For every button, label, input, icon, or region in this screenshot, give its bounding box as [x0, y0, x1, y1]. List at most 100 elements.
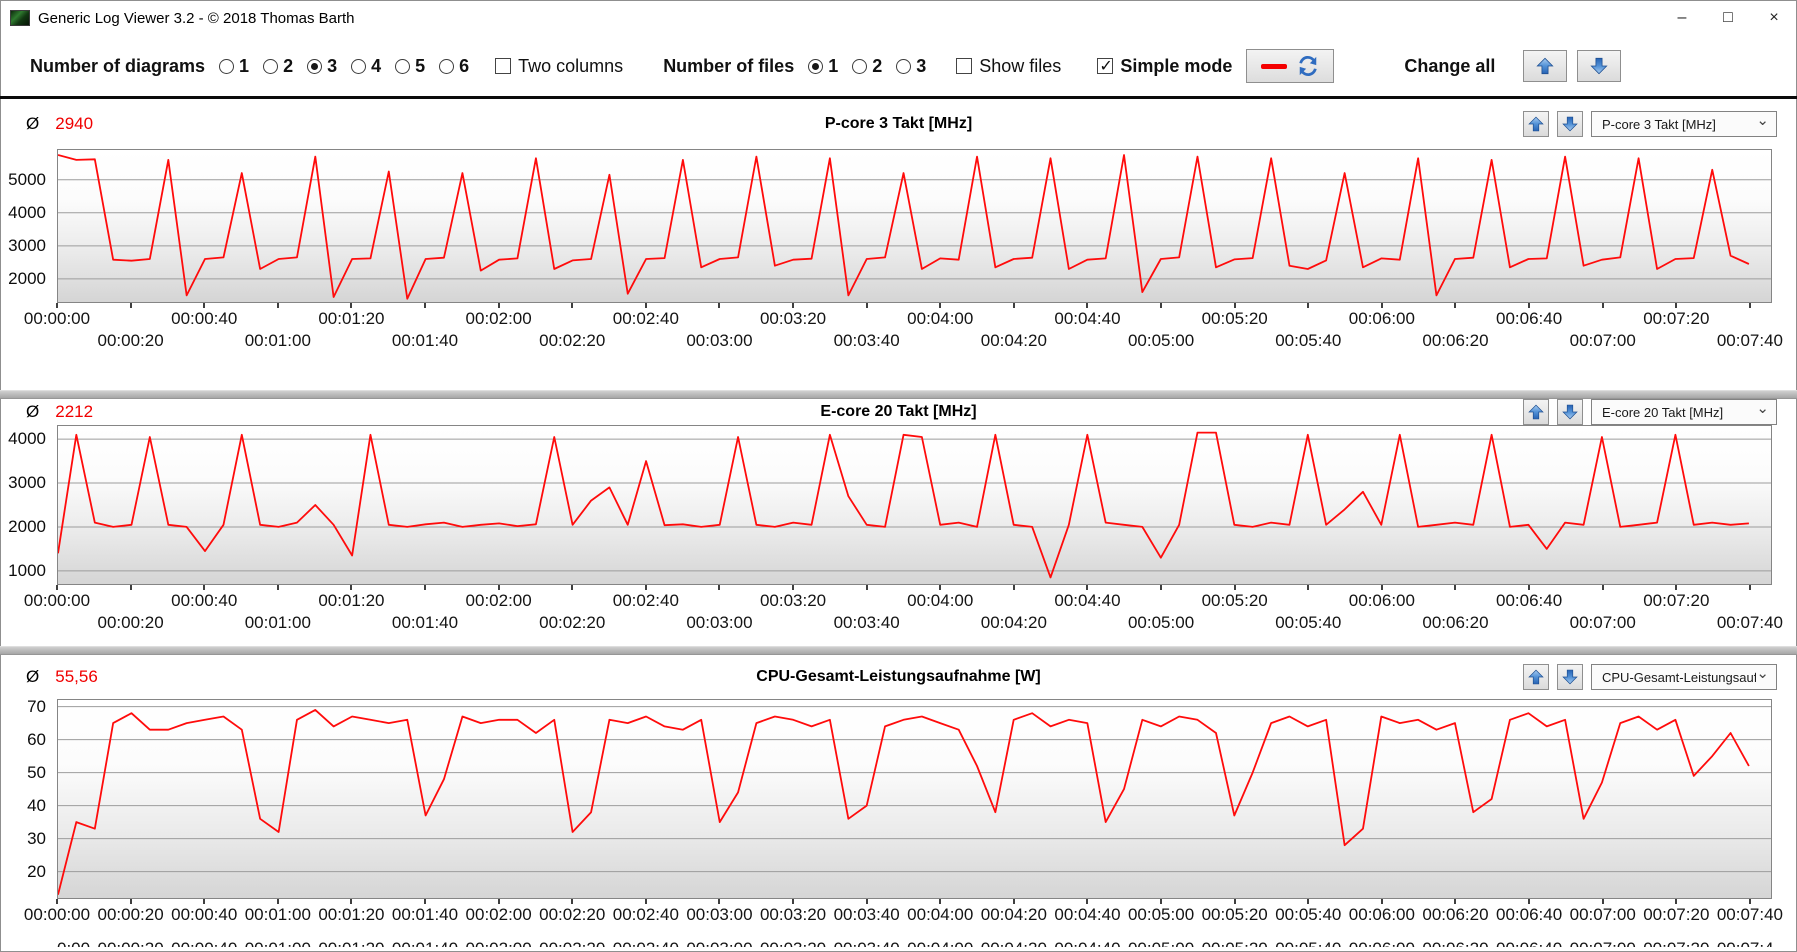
x-tick-mark	[718, 303, 721, 308]
signal-select[interactable]: P-core 3 Takt [MHz] ⌄	[1591, 111, 1777, 137]
x-tick-label: 00:00:20	[97, 905, 164, 924]
down-arrow-icon	[1562, 116, 1578, 132]
x-tick-label: 00:01:00	[244, 331, 311, 350]
x-tick-label: 00:07:20	[1643, 309, 1710, 328]
panel-move-up-button[interactable]	[1523, 664, 1549, 690]
x-tick-label: 00:04:40	[1054, 905, 1121, 924]
x-tick-mark	[350, 303, 353, 308]
average-symbol: Ø	[26, 667, 40, 686]
x-tick-label: 00:01:40	[391, 331, 459, 350]
y-axis-labels: 1000 2000 3000 4000	[0, 425, 52, 583]
x-tick-mark	[718, 899, 721, 904]
x-axis-labels-row2: 00:00:20 00:01:00 00:01:40 00:02:20 00:03:00…	[57, 331, 1784, 353]
radio-label: 6	[459, 55, 470, 76]
x-tick-mark	[1601, 303, 1604, 308]
x-tick-label: 00:00:20	[97, 613, 164, 632]
x-tick-mark	[1160, 303, 1163, 308]
x-tick-label: 00:06:20	[1422, 905, 1489, 924]
toolbar: Number of diagrams 1 2 3 4 5 6 Two columns Nu…	[0, 36, 1797, 96]
radio-icon	[351, 58, 367, 74]
plot-area	[57, 425, 1772, 585]
radio-label: 2	[872, 55, 883, 76]
simple-mode-label: Simple mode	[1120, 55, 1233, 76]
x-tick-mark	[1233, 899, 1236, 904]
file-count-radio-1[interactable]: 1	[808, 56, 838, 77]
close-button[interactable]: ×	[1751, 0, 1797, 36]
average-value: 2940	[55, 114, 94, 133]
show-files-checkbox[interactable]: Show files	[956, 56, 1061, 77]
x-tick-mark	[644, 303, 647, 308]
x-tick-mark	[1012, 585, 1015, 590]
y-tick-label: 40	[27, 795, 46, 815]
x-tick-mark	[1601, 585, 1604, 590]
x-tick-label: 00:03:40	[833, 905, 900, 924]
panel-move-up-button[interactable]	[1523, 399, 1549, 425]
diagram-count-radio-1[interactable]: 1	[219, 56, 249, 77]
x-tick-label: 00:01:20	[318, 591, 385, 610]
two-columns-checkbox[interactable]: Two columns	[495, 56, 623, 77]
panel-controls: CPU-Gesamt-Leistungsaufnahme [W] ⌄	[1523, 664, 1777, 690]
diagram-count-radio-5[interactable]: 5	[395, 56, 425, 77]
radio-label: 5	[415, 55, 426, 76]
x-tick-label: 00:02:40	[612, 905, 679, 924]
x-tick-label: 00:05:20	[1202, 939, 1268, 947]
y-tick-label: 30	[27, 828, 46, 848]
x-tick-mark	[1160, 899, 1163, 904]
x-tick-label: 00:06:00	[1348, 591, 1415, 610]
x-tick-mark	[129, 899, 132, 904]
x-tick-label: 00:07:00	[1569, 905, 1636, 924]
x-tick-mark	[424, 303, 427, 308]
diagram-count-radio-2[interactable]: 2	[263, 56, 293, 77]
y-tick-label: 3000	[8, 473, 46, 493]
series-plot	[58, 700, 1771, 898]
x-tick-mark	[1086, 585, 1089, 590]
x-tick-label: 00:07:40	[1716, 331, 1783, 350]
panel-controls: E-core 20 Takt [MHz] ⌄	[1523, 399, 1777, 425]
panel-move-down-button[interactable]	[1557, 664, 1583, 690]
x-tick-mark	[1380, 899, 1383, 904]
diagram-count-radio-3[interactable]: 3	[307, 56, 337, 77]
x-tick-mark	[1528, 585, 1531, 590]
diagram-count-radio-6[interactable]: 6	[439, 56, 469, 77]
radio-icon	[395, 58, 411, 74]
x-tick-mark	[1233, 303, 1236, 308]
x-tick-mark	[644, 899, 647, 904]
average-value: 55,56	[55, 667, 98, 686]
line-style-button[interactable]	[1246, 49, 1335, 83]
maximize-button[interactable]: □	[1705, 0, 1751, 36]
x-tick-label: 00:02:00	[465, 591, 532, 610]
change-all-up-button[interactable]	[1523, 50, 1568, 82]
minimize-button[interactable]: –	[1659, 0, 1705, 36]
x-tick-label: 00:05:20	[1201, 905, 1268, 924]
y-tick-label: 4000	[8, 202, 46, 222]
panel-move-up-button[interactable]	[1523, 111, 1549, 137]
x-tick-label: 00:05:00	[1128, 939, 1194, 947]
file-count-radio-3[interactable]: 3	[896, 56, 926, 77]
average-value: 2212	[55, 402, 94, 421]
x-tick-mark	[1380, 585, 1383, 590]
file-count-radio-2[interactable]: 2	[852, 56, 882, 77]
radio-icon	[307, 58, 323, 74]
x-tick-mark	[497, 899, 500, 904]
x-tick-label: 00:03:20	[759, 905, 827, 924]
x-tick-mark	[1012, 303, 1015, 308]
up-arrow-icon	[1528, 404, 1544, 420]
series-plot	[58, 150, 1771, 302]
x-tick-label: 00:00:20	[97, 331, 164, 350]
chevron-down-icon: ⌄	[1756, 112, 1769, 129]
panel-move-down-button[interactable]	[1557, 399, 1583, 425]
x-tick-label: 00:02:40	[612, 309, 679, 328]
radio-label: 1	[828, 55, 839, 76]
signal-select[interactable]: E-core 20 Takt [MHz] ⌄	[1591, 399, 1777, 425]
x-tick-mark	[203, 303, 206, 308]
radio-label: 1	[239, 55, 250, 76]
signal-select[interactable]: CPU-Gesamt-Leistungsaufnahme [W] ⌄	[1591, 664, 1777, 690]
panel-move-down-button[interactable]	[1557, 111, 1583, 137]
x-tick-mark	[571, 585, 574, 590]
change-all-down-button[interactable]	[1577, 50, 1622, 82]
radio-icon	[219, 58, 235, 74]
x-tick-label: 00:06:20	[1422, 613, 1489, 632]
diagram-count-radio-4[interactable]: 4	[351, 56, 381, 77]
checkbox-icon	[956, 58, 973, 74]
simple-mode-checkbox[interactable]: Simple mode	[1097, 56, 1232, 77]
